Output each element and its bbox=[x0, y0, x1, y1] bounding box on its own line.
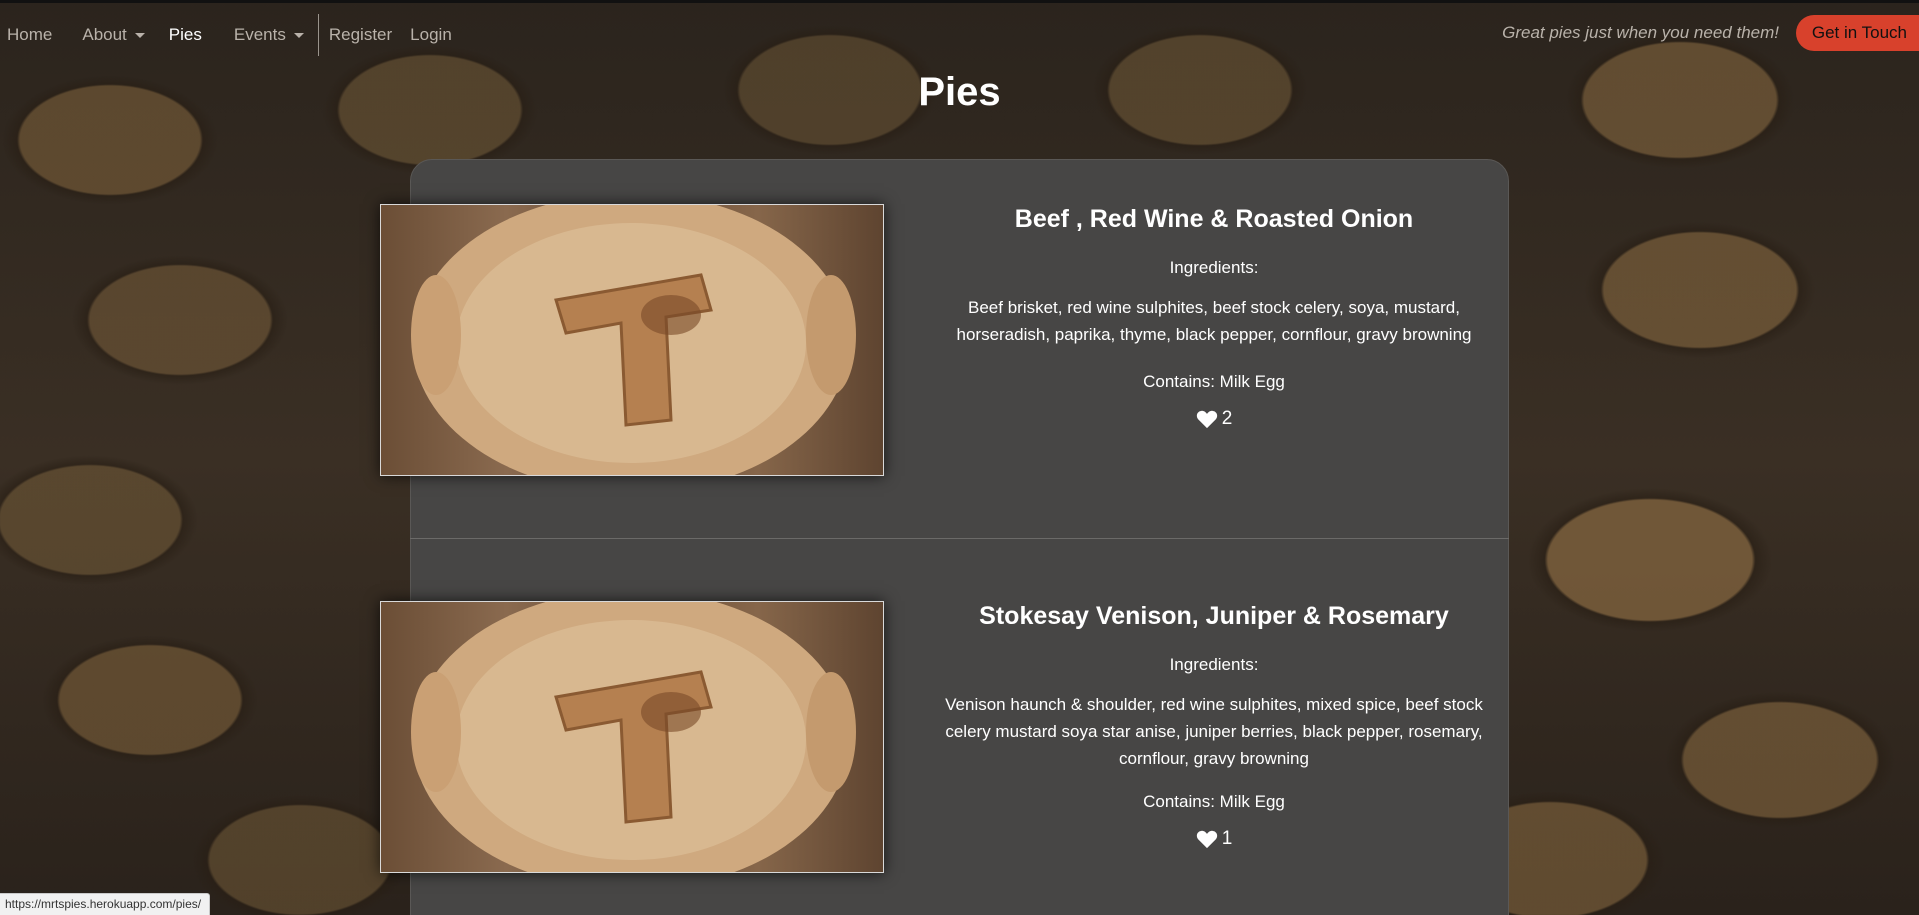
like-count: 2 bbox=[1221, 408, 1233, 429]
nav-register[interactable]: Register bbox=[321, 25, 400, 45]
pie-info: Stokesay Venison, Juniper & Rosemary Ing… bbox=[934, 602, 1494, 850]
nav-pies-label: Pies bbox=[168, 25, 202, 44]
pie-photo-graphic bbox=[411, 602, 856, 872]
nav-divider bbox=[317, 14, 319, 56]
like-button[interactable]: 2 bbox=[934, 408, 1494, 430]
nav-login[interactable]: Login bbox=[402, 25, 460, 45]
ingredients-text: Beef brisket, red wine sulphites, beef s… bbox=[934, 294, 1494, 348]
nav-login-label: Login bbox=[410, 25, 452, 44]
like-button[interactable]: 1 bbox=[934, 828, 1494, 850]
chevron-down-icon bbox=[134, 32, 145, 38]
browser-status-url: https://mrtspies.herokuapp.com/pies/ bbox=[0, 893, 211, 915]
nav-events-dropdown[interactable]: Events bbox=[226, 25, 312, 45]
allergens-text: Contains: Milk Egg bbox=[1143, 372, 1285, 391]
nav-about-dropdown[interactable]: About bbox=[74, 25, 152, 45]
ingredients-label: Ingredients: bbox=[1169, 258, 1259, 277]
chevron-down-icon bbox=[293, 32, 304, 38]
pie-image bbox=[380, 601, 884, 873]
ingredients-line: cornflour, gravy browning bbox=[1119, 749, 1309, 768]
window-top-edge bbox=[0, 0, 1919, 3]
nav-about-label: About bbox=[82, 25, 127, 44]
ingredients-line: Venison haunch & shoulder, red wine sulp… bbox=[945, 695, 1483, 714]
heart-icon bbox=[1196, 410, 1217, 429]
pie-name: Beef , Red Wine & Roasted Onion bbox=[1014, 205, 1414, 233]
ingredients-text: Venison haunch & shoulder, red wine sulp… bbox=[934, 691, 1494, 772]
nav-links: Home About Pies Events Register Login bbox=[0, 12, 460, 58]
nav-home[interactable]: Home bbox=[0, 25, 60, 45]
nav-events-label: Events bbox=[233, 25, 286, 44]
heart-icon bbox=[1196, 830, 1217, 849]
allergens-text: Contains: Milk Egg bbox=[1143, 792, 1285, 811]
ingredients-label: Ingredients: bbox=[1169, 655, 1259, 674]
nav-home-label: Home bbox=[7, 25, 53, 44]
page-title: Pies bbox=[918, 70, 1001, 114]
navbar: Home About Pies Events Register Login Gr… bbox=[0, 12, 1919, 58]
like-count: 1 bbox=[1221, 828, 1233, 849]
ingredients-line: Beef brisket, red wine sulphites, beef s… bbox=[968, 298, 1460, 317]
pie-divider bbox=[410, 538, 1509, 539]
pie-photo-graphic bbox=[411, 205, 856, 475]
ingredients-line: celery mustard soya star anise, juniper … bbox=[945, 722, 1483, 741]
get-in-touch-button[interactable]: Get in Touch bbox=[1795, 15, 1919, 51]
nav-tagline: Great pies just when you need them! bbox=[1502, 23, 1779, 42]
pie-info: Beef , Red Wine & Roasted Onion Ingredie… bbox=[934, 205, 1494, 430]
ingredients-line: horseradish, paprika, thyme, black peppe… bbox=[956, 325, 1472, 344]
nav-pies[interactable]: Pies bbox=[161, 25, 210, 45]
nav-register-label: Register bbox=[328, 25, 393, 44]
pie-image bbox=[380, 204, 884, 476]
pie-name: Stokesay Venison, Juniper & Rosemary bbox=[979, 602, 1449, 630]
